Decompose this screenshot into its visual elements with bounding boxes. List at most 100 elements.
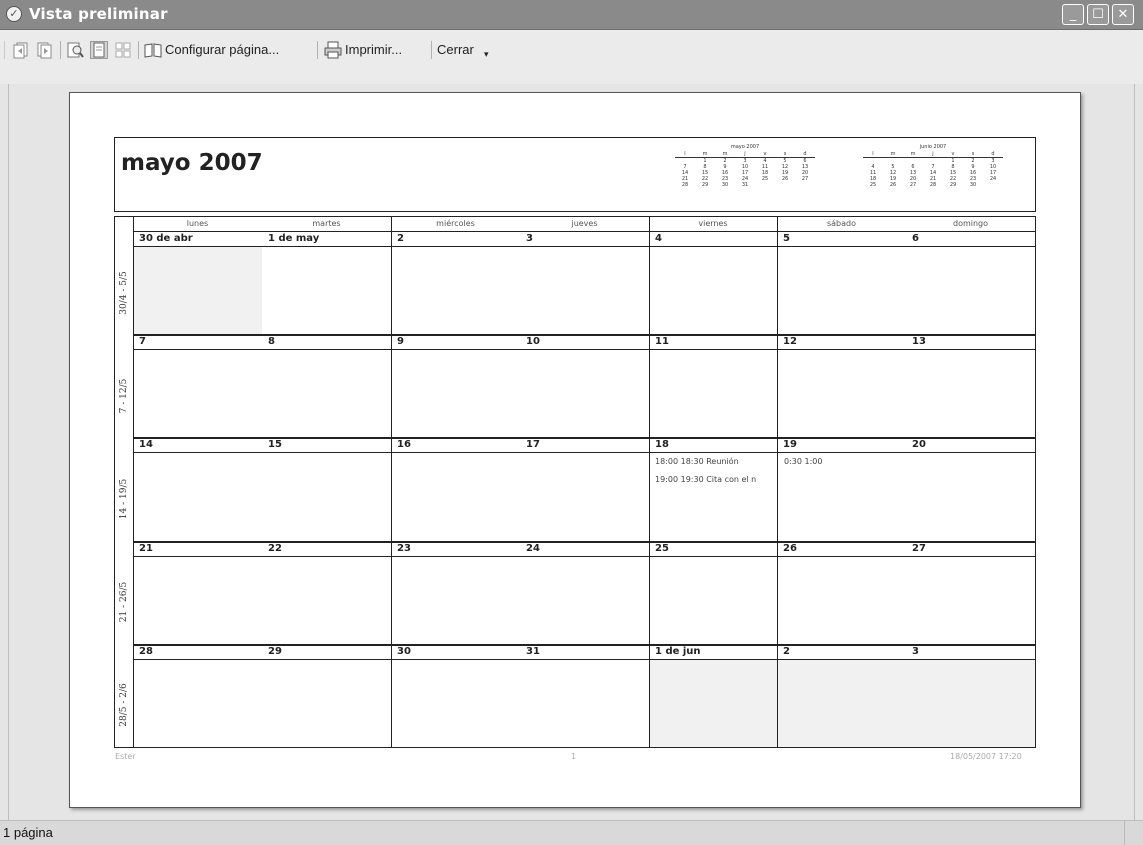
day-number[interactable]: 30 de abr (139, 233, 193, 244)
mini-calendar-day[interactable]: 28 (675, 182, 695, 188)
day-number[interactable]: 22 (268, 543, 282, 554)
weekday-header: domingo (952, 219, 989, 228)
day-number[interactable]: 9 (397, 336, 404, 347)
day-number[interactable]: 2 (783, 646, 790, 657)
toolbar-grip[interactable] (4, 41, 5, 59)
day-number[interactable]: 3 (912, 646, 919, 657)
window-title: Vista preliminar (29, 5, 168, 23)
weekday-header: martes (312, 219, 341, 228)
mini-calendar-day[interactable]: 27 (903, 182, 923, 188)
calendar-event[interactable]: 18:00 18:30 Reunión (655, 457, 739, 466)
day-number[interactable]: 11 (655, 336, 669, 347)
minimize-button[interactable]: _ (1062, 4, 1084, 25)
mini-calendar-day[interactable] (795, 182, 815, 188)
date-row-divider (133, 555, 1035, 557)
mini-calendar-day[interactable]: 28 (923, 182, 943, 188)
date-row-divider (133, 349, 1035, 351)
mini-calendar-day[interactable] (755, 182, 775, 188)
mini-calendar-day[interactable]: 30 (963, 182, 983, 188)
maximize-button[interactable]: ☐ (1087, 4, 1109, 25)
calendar-event[interactable]: 19:00 19:30 Cita con el n (655, 475, 756, 484)
status-text: 1 página (3, 825, 53, 840)
toolbar-options-icon[interactable]: ▾ (484, 42, 489, 66)
mini-calendar-may: mayo 2007 l m m j v s d 1 2 3 4 5 6 7 8 9 10 11 12 13 14 15 16 1… (675, 144, 815, 188)
mini-calendar-day[interactable]: 29 (695, 182, 715, 188)
mini-calendar-weekday: m (722, 151, 728, 157)
day-number[interactable]: 27 (912, 543, 926, 554)
footer-author: Ester (115, 752, 136, 761)
calendar-event[interactable]: 0:30 1:00 (784, 457, 822, 466)
day-number[interactable]: 29 (268, 646, 282, 657)
week-range-label: 7 - 12/5 (119, 378, 129, 414)
grid-column-divider (391, 217, 392, 747)
mini-calendar-day[interactable]: 26 (883, 182, 903, 188)
mini-calendar-weekday: j (744, 151, 746, 157)
mini-calendar-weekday: s (971, 151, 975, 157)
mini-calendar-week: 28 29 30 31 (675, 182, 815, 188)
previous-page-icon[interactable] (12, 41, 30, 59)
mini-calendar-weekday: v (951, 151, 955, 157)
day-number[interactable]: 15 (268, 439, 282, 450)
day-number[interactable]: 2 (397, 233, 404, 244)
week-range-label: 14 - 19/5 (119, 478, 129, 520)
weekday-header: viernes (698, 219, 728, 228)
day-number[interactable]: 10 (526, 336, 540, 347)
next-page-icon[interactable] (36, 41, 54, 59)
weekday-header: sábado (826, 219, 857, 228)
mini-calendar-day[interactable]: 29 (943, 182, 963, 188)
print-button[interactable]: Imprimir... (345, 38, 402, 62)
day-number[interactable]: 20 (912, 439, 926, 450)
day-number[interactable]: 1 de may (268, 233, 319, 244)
mini-calendar-day[interactable]: 30 (715, 182, 735, 188)
day-number[interactable]: 8 (268, 336, 275, 347)
day-number[interactable]: 3 (526, 233, 533, 244)
mini-calendar-day[interactable] (983, 182, 1003, 188)
out-of-month-cell (649, 659, 1035, 747)
day-number[interactable]: 4 (655, 233, 662, 244)
day-number[interactable]: 23 (397, 543, 411, 554)
day-number[interactable]: 17 (526, 439, 540, 450)
day-number[interactable]: 21 (139, 543, 153, 554)
footer-date: 18/05/2007 17:20 (950, 752, 1022, 761)
day-number[interactable]: 13 (912, 336, 926, 347)
resize-grip[interactable] (1124, 821, 1143, 845)
close-window-button[interactable]: ✕ (1112, 4, 1134, 25)
mini-calendar-day[interactable] (775, 182, 795, 188)
day-number[interactable]: 5 (783, 233, 790, 244)
zoom-page-icon[interactable] (66, 41, 84, 59)
day-number[interactable]: 19 (783, 439, 797, 450)
multiple-pages-icon[interactable] (114, 41, 132, 59)
toolbar-separator (317, 41, 318, 59)
day-number[interactable]: 12 (783, 336, 797, 347)
mini-calendar-weekday: s (783, 151, 787, 157)
day-number[interactable]: 25 (655, 543, 669, 554)
day-number[interactable]: 7 (139, 336, 146, 347)
printer-icon (324, 41, 342, 59)
close-preview-button[interactable]: Cerrar (437, 38, 474, 62)
day-number[interactable]: 18 (655, 439, 669, 450)
day-number[interactable]: 16 (397, 439, 411, 450)
weekday-header: jueves (571, 219, 598, 228)
mini-calendar-day[interactable]: 25 (863, 182, 883, 188)
date-row-divider (133, 452, 1035, 454)
day-number[interactable]: 6 (912, 233, 919, 244)
one-page-icon[interactable] (90, 41, 108, 59)
mini-calendar-weekday: v (763, 151, 767, 157)
day-number[interactable]: 24 (526, 543, 540, 554)
day-number[interactable]: 1 de jun (655, 646, 701, 657)
mini-calendar-weekday: m (702, 151, 708, 157)
toolbar-separator (138, 41, 139, 59)
mini-calendar-day[interactable]: 31 (735, 182, 755, 188)
day-number[interactable]: 14 (139, 439, 153, 450)
day-number[interactable]: 26 (783, 543, 797, 554)
mini-calendar-weekday: j (932, 151, 934, 157)
page-setup-button[interactable]: Configurar página... (165, 38, 279, 62)
footer-page-number: 1 (571, 752, 577, 761)
out-of-month-cell (133, 247, 262, 335)
grid-column-divider (133, 217, 134, 747)
day-number[interactable]: 31 (526, 646, 540, 657)
day-number[interactable]: 28 (139, 646, 153, 657)
day-number[interactable]: 30 (397, 646, 411, 657)
mini-calendar-weekday: l (684, 151, 686, 157)
mini-calendar-weekdays: lmmjvsd (863, 151, 1003, 158)
